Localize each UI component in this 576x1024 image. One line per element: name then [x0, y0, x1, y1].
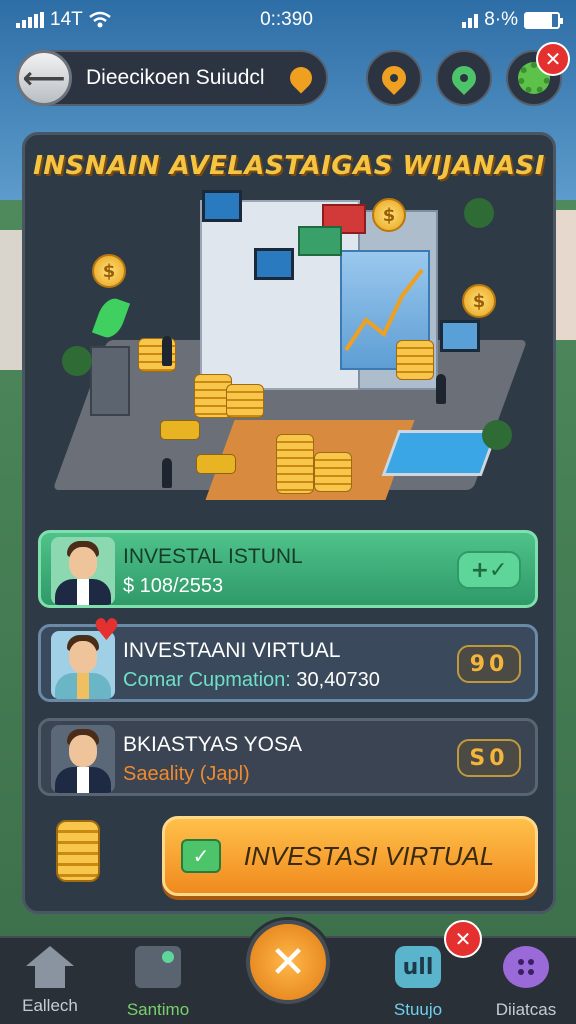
add-investment-button[interactable]: +✓	[457, 551, 521, 589]
location-bar: ⟵ Dieecikoen Suiudcl	[16, 50, 328, 106]
coin-stack	[314, 452, 352, 492]
check-folder-icon: ✓	[181, 839, 221, 873]
investment-detail: Comar Cupmation: 30,40730	[123, 669, 380, 692]
tools-icon	[135, 946, 181, 988]
cellular-icon	[462, 12, 479, 28]
investment-value-button[interactable]: S0	[457, 739, 521, 777]
monitor-icon	[202, 190, 242, 222]
investment-name: BKIASTYAS YOSA	[123, 733, 302, 756]
detail-value: 30,40730	[296, 669, 380, 691]
location-pin-icon	[285, 62, 317, 94]
center-action-button[interactable]: ✕	[246, 920, 330, 1004]
swimming-pool	[381, 430, 499, 476]
person-figure	[162, 458, 172, 488]
investment-name: INVESTAANI VIRTUAL	[123, 639, 341, 662]
investment-row[interactable]: BKIASTYAS YOSA Saeality (Japl) S0	[38, 718, 538, 796]
heart-icon[interactable]: ♥	[93, 616, 123, 646]
clock: 0::390	[260, 9, 313, 30]
nav-item-home[interactable]: Eallech	[0, 940, 100, 1020]
nav-label: Diiatcas	[495, 1000, 557, 1019]
battery-percent: 8·%	[484, 9, 518, 30]
investment-amount: $ 108/2553	[123, 575, 224, 597]
monitor-icon	[254, 248, 294, 280]
nav-item-dialtas[interactable]: Diiatcas	[476, 940, 576, 1020]
nav-label: Stuujo	[393, 1000, 443, 1019]
coin-stack	[276, 434, 314, 494]
person-figure	[162, 336, 172, 366]
nav-label: Santimo	[126, 1000, 190, 1019]
status-bar: 14T 0::390 8·%	[0, 0, 576, 40]
investment-name: INVESTAL ISTUNL	[123, 545, 303, 568]
close-icon: ✕	[544, 47, 562, 71]
coin-stack-icon	[56, 820, 100, 882]
home-icon	[26, 946, 74, 988]
nav-item-santimo[interactable]: Santimo	[108, 940, 208, 1020]
investment-row-active[interactable]: INVESTAL ISTUNL $ 108/2553 +✓	[38, 530, 538, 608]
coin-stack	[396, 340, 434, 380]
map-pin-button[interactable]	[366, 50, 422, 106]
close-settings-badge[interactable]: ✕	[536, 42, 570, 76]
close-x-icon: ✕	[269, 936, 307, 988]
carrier-text: 14T	[50, 9, 83, 30]
detail-label: Comar Cupmation:	[123, 669, 291, 691]
investment-value-button[interactable]: 90	[457, 645, 521, 683]
arrow-left-icon: ⟵	[22, 60, 66, 96]
wifi-icon	[88, 11, 111, 28]
coin-stack	[226, 384, 264, 418]
person-figure	[436, 374, 446, 404]
green-crate	[298, 226, 342, 256]
location-title: Dieecikoen Suiudcl	[86, 66, 265, 89]
palm-tree	[62, 346, 92, 376]
investor-avatar	[51, 537, 115, 605]
coin-icon[interactable]: $	[372, 198, 406, 232]
green-pin-icon	[447, 61, 481, 95]
leaf-icon	[91, 294, 131, 342]
back-button[interactable]: ⟵	[16, 50, 72, 106]
taxi-car	[196, 454, 236, 474]
investor-avatar	[51, 725, 115, 793]
dots-icon	[503, 946, 549, 988]
monitor-icon	[440, 320, 480, 352]
nav-label: Eallech	[22, 996, 78, 1015]
invest-virtual-label: INVESTASI VIRTUAL	[243, 840, 495, 871]
location-button[interactable]	[436, 50, 492, 106]
orange-pin-icon	[377, 61, 411, 95]
taxi-car	[160, 420, 200, 440]
investment-row[interactable]: ♥ INVESTAANI VIRTUAL Comar Cupmation: 30…	[38, 616, 538, 702]
signal-icon	[16, 12, 44, 28]
investment-detail: Saeality (Japl)	[123, 763, 250, 785]
coin-icon[interactable]: $	[462, 284, 496, 318]
palm-tree	[482, 420, 512, 450]
invest-virtual-button[interactable]: ✓ INVESTASI VIRTUAL	[162, 816, 538, 896]
coin-icon[interactable]: $	[92, 254, 126, 288]
server-rack	[90, 346, 130, 416]
close-icon: ✕	[454, 927, 472, 951]
battery-icon	[524, 11, 563, 29]
studio-icon: ull	[395, 946, 441, 988]
isometric-city-scene: $ $ $	[40, 170, 540, 530]
palm-tree	[464, 198, 494, 228]
